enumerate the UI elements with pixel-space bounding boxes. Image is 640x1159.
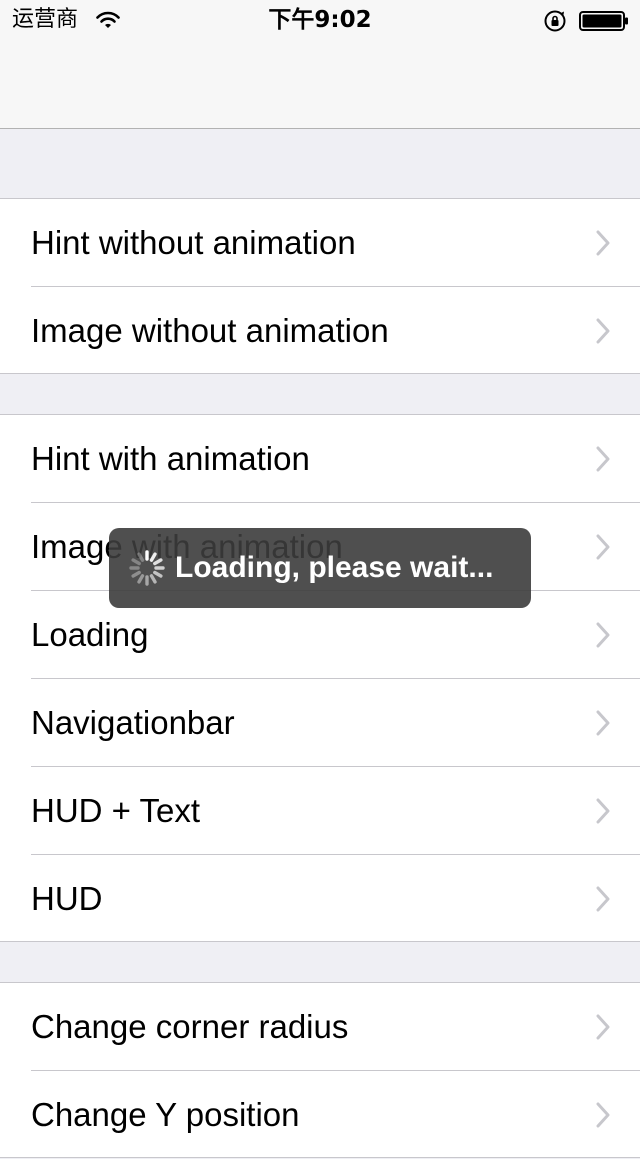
chevron-right-icon — [596, 534, 610, 560]
cell-label: HUD + Text — [31, 792, 201, 829]
chevron-right-icon — [596, 886, 610, 912]
spinner-icon — [129, 550, 165, 586]
loading-toast: Loading, please wait... — [109, 528, 531, 608]
section-3: Change corner radius Change Y position — [0, 982, 640, 1158]
cell-change-y-position[interactable]: Change Y position — [0, 1071, 640, 1159]
cell-image-without-animation[interactable]: Image without animation — [0, 287, 640, 375]
chevron-right-icon — [596, 798, 610, 824]
battery-icon — [579, 11, 628, 31]
cell-navigationbar[interactable]: Navigationbar — [0, 679, 640, 767]
cell-label: HUD — [31, 880, 103, 917]
section-1: Hint without animation Image without ani… — [0, 198, 640, 374]
chevron-right-icon — [596, 710, 610, 736]
cell-label: Change Y position — [31, 1096, 300, 1133]
cell-hud-text[interactable]: HUD + Text — [0, 767, 640, 855]
cell-hud[interactable]: HUD — [0, 855, 640, 943]
toast-message: Loading, please wait... — [175, 551, 494, 584]
cell-change-corner-radius[interactable]: Change corner radius — [0, 983, 640, 1071]
cell-label: Change corner radius — [31, 1008, 349, 1045]
navigation-bar — [0, 40, 640, 129]
cell-hint-without-animation[interactable]: Hint without animation — [0, 199, 640, 287]
cell-label: Hint without animation — [31, 224, 356, 261]
cell-label: Navigationbar — [31, 704, 235, 741]
cell-label: Image without animation — [31, 312, 389, 349]
chevron-right-icon — [596, 1014, 610, 1040]
section-2: Hint with animation Image with animation… — [0, 414, 640, 942]
chevron-right-icon — [596, 230, 610, 256]
chevron-right-icon — [596, 446, 610, 472]
chevron-right-icon — [596, 318, 610, 344]
status-bar: 运营商 下午9:02 — [0, 0, 640, 40]
cell-label: Hint with animation — [31, 440, 310, 477]
chevron-right-icon — [596, 622, 610, 648]
rotation-lock-icon — [544, 10, 566, 32]
cell-hint-with-animation[interactable]: Hint with animation — [0, 415, 640, 503]
chevron-right-icon — [596, 1102, 610, 1128]
